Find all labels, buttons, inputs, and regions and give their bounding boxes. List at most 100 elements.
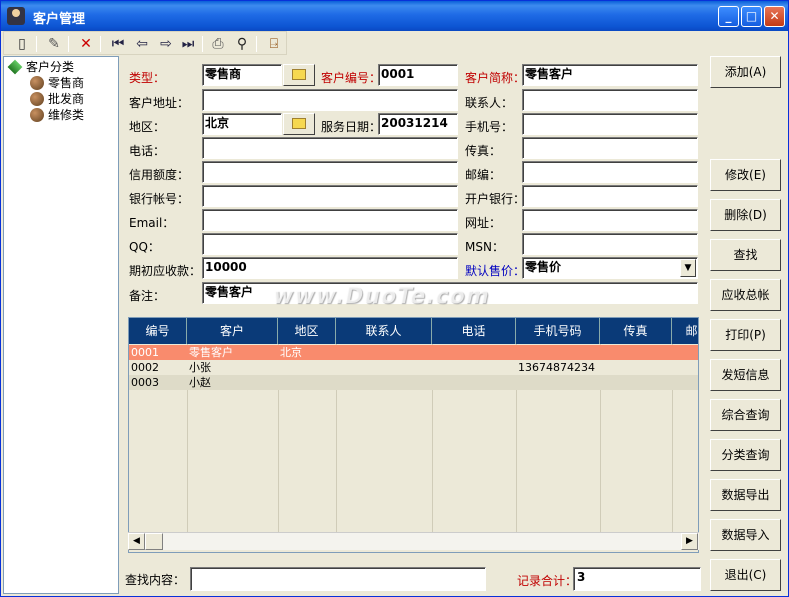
next-icon[interactable]: ⇨ bbox=[156, 34, 176, 54]
opening-receivable-field[interactable]: 10000 bbox=[202, 257, 458, 279]
maximize-button[interactable]: □ bbox=[741, 6, 762, 27]
print-icon[interactable]: ⎙ bbox=[208, 34, 228, 54]
table-cell bbox=[336, 360, 432, 375]
tree-item-label: 零售商 bbox=[48, 76, 85, 90]
type-label: 类型： bbox=[129, 71, 166, 85]
column-header[interactable]: 电话 bbox=[432, 318, 516, 344]
last-record-icon[interactable]: ⏭ bbox=[178, 34, 198, 54]
lookup-icon bbox=[292, 118, 306, 129]
edit-icon[interactable]: ✎ bbox=[44, 34, 64, 54]
service-date-field[interactable]: 20031214 bbox=[378, 113, 458, 135]
bank-field[interactable] bbox=[522, 185, 698, 207]
find-icon[interactable]: ⚲ bbox=[232, 34, 252, 54]
column-header[interactable]: 地区 bbox=[278, 318, 336, 344]
fax-field[interactable] bbox=[522, 137, 698, 159]
toolbar-separator bbox=[202, 36, 203, 52]
bank-label: 开户银行： bbox=[465, 192, 526, 206]
zip-field[interactable] bbox=[522, 161, 698, 183]
tree-item-label: 维修类 bbox=[48, 108, 85, 122]
category-query-button[interactable]: 分类查询 bbox=[710, 439, 781, 471]
combined-query-button[interactable]: 综合查询 bbox=[710, 399, 781, 431]
delete-icon[interactable]: ✕ bbox=[76, 34, 96, 54]
export-data-button[interactable]: 数据导出 bbox=[710, 479, 781, 511]
tree-root[interactable]: 客户分类 bbox=[7, 59, 74, 75]
title-bar[interactable]: 客户管理 _ □ ✕ bbox=[1, 1, 788, 31]
close-button[interactable]: ✕ bbox=[764, 6, 785, 27]
tree-item-retailer[interactable]: 零售商 bbox=[30, 75, 85, 91]
credit-field[interactable] bbox=[202, 161, 458, 183]
type-picker-button[interactable] bbox=[283, 64, 315, 86]
minimize-button[interactable]: _ bbox=[718, 6, 739, 27]
main-window: 客户管理 _ □ ✕ ▯ ✎ ✕ ⏮ ⇦ ⇨ ⏭ ⎙ ⚲ ⍈ 客户分类 零售商 … bbox=[0, 0, 789, 597]
app-icon bbox=[7, 7, 25, 25]
import-data-button[interactable]: 数据导入 bbox=[710, 519, 781, 551]
toolbar-separator bbox=[68, 36, 69, 52]
column-header[interactable]: 手机号码 bbox=[516, 318, 600, 344]
table-cell bbox=[516, 345, 600, 360]
credit-label: 信用额度： bbox=[129, 168, 190, 182]
note-label: 备注： bbox=[129, 289, 166, 303]
modify-button[interactable]: 修改(E) bbox=[710, 159, 781, 191]
customer-table[interactable]: 编号 客户 地区 联系人 电话 手机号码 传真 邮 0001 零售客户 北京 0… bbox=[128, 317, 699, 553]
category-tree[interactable]: 客户分类 零售商 批发商 维修类 bbox=[3, 56, 119, 594]
default-price-select[interactable]: 零售价 ▼ bbox=[522, 257, 698, 279]
search-input[interactable] bbox=[190, 567, 486, 591]
zip-label: 邮编： bbox=[465, 168, 502, 182]
region-field[interactable]: 北京 bbox=[202, 113, 282, 135]
region-picker-button[interactable] bbox=[283, 113, 315, 135]
column-header[interactable]: 联系人 bbox=[336, 318, 432, 344]
receivables-ledger-button[interactable]: 应收总帐 bbox=[710, 279, 781, 311]
table-row[interactable]: 0002 小张 13674874234 bbox=[129, 360, 698, 375]
msn-field[interactable] bbox=[522, 233, 698, 255]
short-name-field[interactable]: 零售客户 bbox=[522, 64, 698, 86]
horizontal-scrollbar[interactable]: ◀ ▶ bbox=[128, 532, 699, 550]
find-button[interactable]: 查找 bbox=[710, 239, 781, 271]
type-field[interactable]: 零售商 bbox=[202, 64, 282, 86]
phone-field[interactable] bbox=[202, 137, 458, 159]
mobile-field[interactable] bbox=[522, 113, 698, 135]
bank-account-field[interactable] bbox=[202, 185, 458, 207]
fax-label: 传真： bbox=[465, 144, 502, 158]
table-cell: 0001 bbox=[131, 346, 159, 359]
column-header[interactable]: 客户 bbox=[187, 318, 278, 344]
column-header[interactable]: 编号 bbox=[129, 318, 187, 344]
add-button[interactable]: 添加(A) bbox=[710, 56, 781, 88]
toolbar: ▯ ✎ ✕ ⏮ ⇦ ⇨ ⏭ ⎙ ⚲ ⍈ bbox=[3, 31, 287, 55]
scroll-left-arrow-icon[interactable]: ◀ bbox=[128, 533, 145, 550]
lookup-icon bbox=[292, 69, 306, 80]
previous-icon[interactable]: ⇦ bbox=[132, 34, 152, 54]
new-document-icon[interactable]: ▯ bbox=[12, 34, 32, 54]
column-header[interactable]: 邮 bbox=[672, 318, 698, 344]
tree-item-wholesaler[interactable]: 批发商 bbox=[30, 91, 84, 107]
default-price-value: 零售价 bbox=[525, 260, 562, 274]
scroll-right-arrow-icon[interactable]: ▶ bbox=[681, 533, 698, 550]
table-cell: 0002 bbox=[131, 361, 159, 374]
category-icon bbox=[30, 76, 44, 90]
first-record-icon[interactable]: ⏮ bbox=[108, 34, 128, 54]
scroll-thumb[interactable] bbox=[145, 533, 163, 550]
qq-field[interactable] bbox=[202, 233, 458, 255]
email-field[interactable] bbox=[202, 209, 458, 231]
address-field[interactable] bbox=[202, 89, 458, 111]
customer-code-label: 客户编号： bbox=[321, 71, 382, 85]
phone-label: 电话： bbox=[129, 144, 166, 158]
table-cell bbox=[600, 345, 672, 360]
tree-item-repair[interactable]: 维修类 bbox=[30, 107, 85, 123]
exit-door-icon[interactable]: ⍈ bbox=[264, 34, 284, 54]
column-header[interactable]: 传真 bbox=[600, 318, 672, 344]
delete-button[interactable]: 删除(D) bbox=[710, 199, 781, 231]
table-cell: 零售客户 bbox=[189, 346, 233, 359]
msn-label: MSN： bbox=[465, 240, 504, 254]
print-button[interactable]: 打印(P) bbox=[710, 319, 781, 351]
table-row[interactable]: 0003 小赵 bbox=[129, 375, 698, 390]
website-field[interactable] bbox=[522, 209, 698, 231]
table-cell bbox=[278, 360, 336, 375]
table-cell: 0003 bbox=[131, 376, 159, 389]
contact-field[interactable] bbox=[522, 89, 698, 111]
customer-code-field[interactable]: 0001 bbox=[378, 64, 458, 86]
window-title: 客户管理 bbox=[33, 12, 86, 27]
send-sms-button[interactable]: 发短信息 bbox=[710, 359, 781, 391]
table-row-selected[interactable]: 0001 零售客户 北京 bbox=[129, 345, 698, 360]
chevron-down-icon[interactable]: ▼ bbox=[680, 259, 696, 277]
exit-button[interactable]: 退出(C) bbox=[710, 559, 781, 591]
